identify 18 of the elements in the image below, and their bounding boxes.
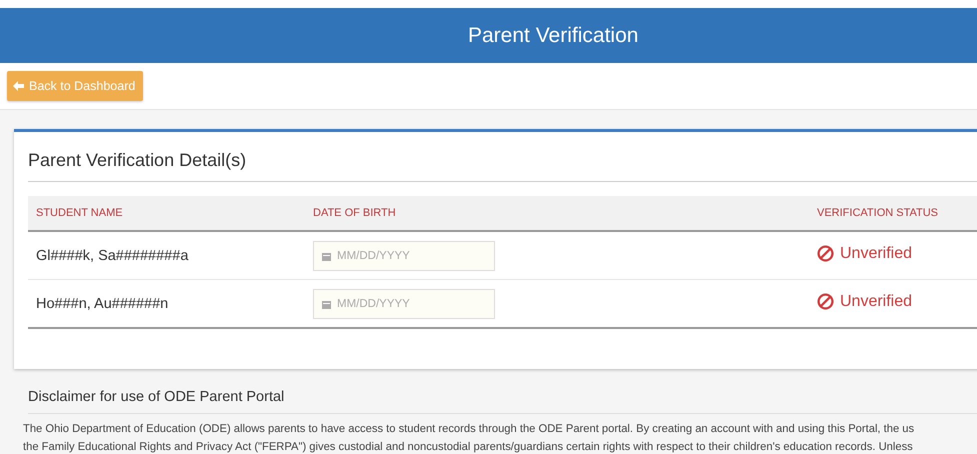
status-text: Unverified xyxy=(840,244,912,263)
blocked-icon xyxy=(817,245,834,262)
student-name-cell: Gl####k, Sa########a xyxy=(28,231,305,280)
student-name-cell: Ho###n, Au######n xyxy=(28,280,305,328)
column-header: VERIFICATION STATUS xyxy=(809,196,977,231)
arrow-left-icon xyxy=(13,81,24,91)
disclaimer-text: The Ohio Department of Education (ODE) allows parents to have access to student records through the ODE Parent portal. By creating an account with and using this Portal, the us xyxy=(22,422,916,437)
date-field[interactable]: MM/DD/YYYY xyxy=(313,288,495,318)
disclaimer-text: the Family Educational Rights and Privacy Act ("FERPA") gives custodial and noncustodial parents/guardians certain rights with respect to their children's education records. Unless xyxy=(22,440,914,454)
column-header: STUDENT NAME xyxy=(28,196,305,231)
page-title: Parent Verification xyxy=(468,24,638,48)
back-button[interactable]: Back to Dashboard xyxy=(7,71,144,101)
status-text: Unverified xyxy=(840,292,912,311)
blocked-icon xyxy=(817,293,834,310)
card-title: Parent Verification Detail(s) xyxy=(28,150,977,182)
disclaimer-title: Disclaimer for use of ODE Parent Portal xyxy=(28,389,977,414)
column-header: DATE OF BIRTH xyxy=(305,196,809,231)
date-field[interactable]: MM/DD/YYYY xyxy=(313,240,495,270)
